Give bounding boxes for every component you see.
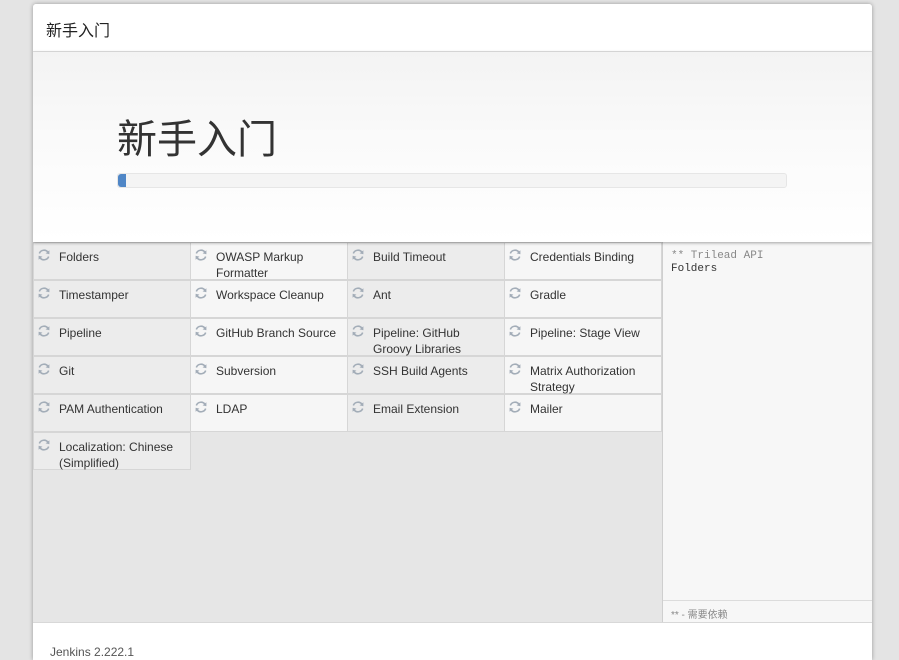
refresh-icon [351, 248, 365, 262]
dialog-title: 新手入门 [46, 21, 111, 40]
refresh-icon [508, 362, 522, 376]
plugin-item: Credentials Binding [504, 242, 662, 280]
dialog-footer: Jenkins 2.222.1 [33, 622, 872, 660]
plugin-name: Gradle [530, 288, 567, 302]
refresh-icon [37, 400, 51, 414]
plugin-item: Matrix Authorization Strategy [504, 356, 662, 394]
dependency-legend: ** - 需要依赖 [663, 600, 872, 622]
plugin-item: Folders [33, 242, 191, 280]
refresh-icon [351, 362, 365, 376]
plugin-item: OWASP Markup Formatter [190, 242, 348, 280]
plugin-name: Localization: Chinese (Simplified) [59, 440, 174, 470]
plugin-item: Pipeline [33, 318, 191, 356]
setup-wizard-dialog: 新手入门 新手入门 Folders OWASP Markup Formatter B… [33, 4, 872, 660]
plugin-item: Pipeline: Stage View [504, 318, 662, 356]
plugin-name: LDAP [216, 402, 248, 416]
plugin-item: GitHub Branch Source [190, 318, 348, 356]
plugin-name: Pipeline: GitHub Groovy Libraries [373, 326, 462, 356]
plugin-item: PAM Authentication [33, 394, 191, 432]
plugin-name: Mailer [530, 402, 563, 416]
plugin-item: LDAP [190, 394, 348, 432]
plugin-name: Matrix Authorization Strategy [530, 364, 636, 394]
plugin-name: Timestamper [59, 288, 129, 302]
install-progress-bar [117, 173, 787, 188]
plugin-item: Gradle [504, 280, 662, 318]
plugin-name: Credentials Binding [530, 250, 635, 264]
plugin-item: Subversion [190, 356, 348, 394]
dialog-header: 新手入门 [33, 4, 872, 52]
plugin-name: PAM Authentication [59, 402, 163, 416]
install-log-line: Folders [671, 263, 718, 275]
refresh-icon [508, 324, 522, 338]
jumbotron: 新手入门 [33, 52, 872, 242]
plugin-name: Workspace Cleanup [216, 288, 324, 302]
plugin-item: Localization: Chinese (Simplified) [33, 432, 191, 470]
refresh-icon [508, 248, 522, 262]
refresh-icon [351, 400, 365, 414]
install-log-panel: ** Trilead API Folders ** - 需要依赖 [662, 242, 872, 622]
refresh-icon [194, 248, 208, 262]
refresh-icon [37, 362, 51, 376]
refresh-icon [194, 324, 208, 338]
jenkins-version: Jenkins 2.222.1 [50, 645, 135, 659]
plugin-item: Pipeline: GitHub Groovy Libraries [347, 318, 505, 356]
refresh-icon [37, 286, 51, 300]
refresh-icon [351, 324, 365, 338]
plugin-item: Timestamper [33, 280, 191, 318]
plugin-name: Git [59, 364, 75, 378]
plugin-name: Ant [373, 288, 392, 302]
refresh-icon [194, 286, 208, 300]
plugin-name: OWASP Markup Formatter [216, 250, 304, 280]
plugin-name: Subversion [216, 364, 277, 378]
plugin-name: Pipeline [59, 326, 102, 340]
refresh-icon [37, 248, 51, 262]
plugin-item: Email Extension [347, 394, 505, 432]
install-log-line: ** Trilead API [671, 250, 764, 262]
refresh-icon [508, 400, 522, 414]
plugin-item: SSH Build Agents [347, 356, 505, 394]
page-title: 新手入门 [117, 117, 277, 163]
plugin-name: Email Extension [373, 402, 460, 416]
plugin-list: Folders OWASP Markup Formatter Build Timeo… [33, 242, 662, 622]
refresh-icon [351, 286, 365, 300]
plugin-name: Pipeline: Stage View [530, 326, 640, 340]
plugin-name: SSH Build Agents [373, 364, 468, 378]
install-log: ** Trilead API Folders [671, 250, 866, 276]
plugin-name: Folders [59, 250, 100, 264]
plugin-item: Mailer [504, 394, 662, 432]
refresh-icon [508, 286, 522, 300]
refresh-icon [37, 324, 51, 338]
plugin-name: GitHub Branch Source [216, 326, 337, 340]
install-progress-fill [118, 174, 127, 187]
plugin-item: Build Timeout [347, 242, 505, 280]
refresh-icon [194, 362, 208, 376]
plugin-item: Git [33, 356, 191, 394]
plugin-name: Build Timeout [373, 250, 446, 264]
plugin-item: Ant [347, 280, 505, 318]
refresh-icon [194, 400, 208, 414]
plugin-item: Workspace Cleanup [190, 280, 348, 318]
refresh-icon [37, 438, 51, 452]
